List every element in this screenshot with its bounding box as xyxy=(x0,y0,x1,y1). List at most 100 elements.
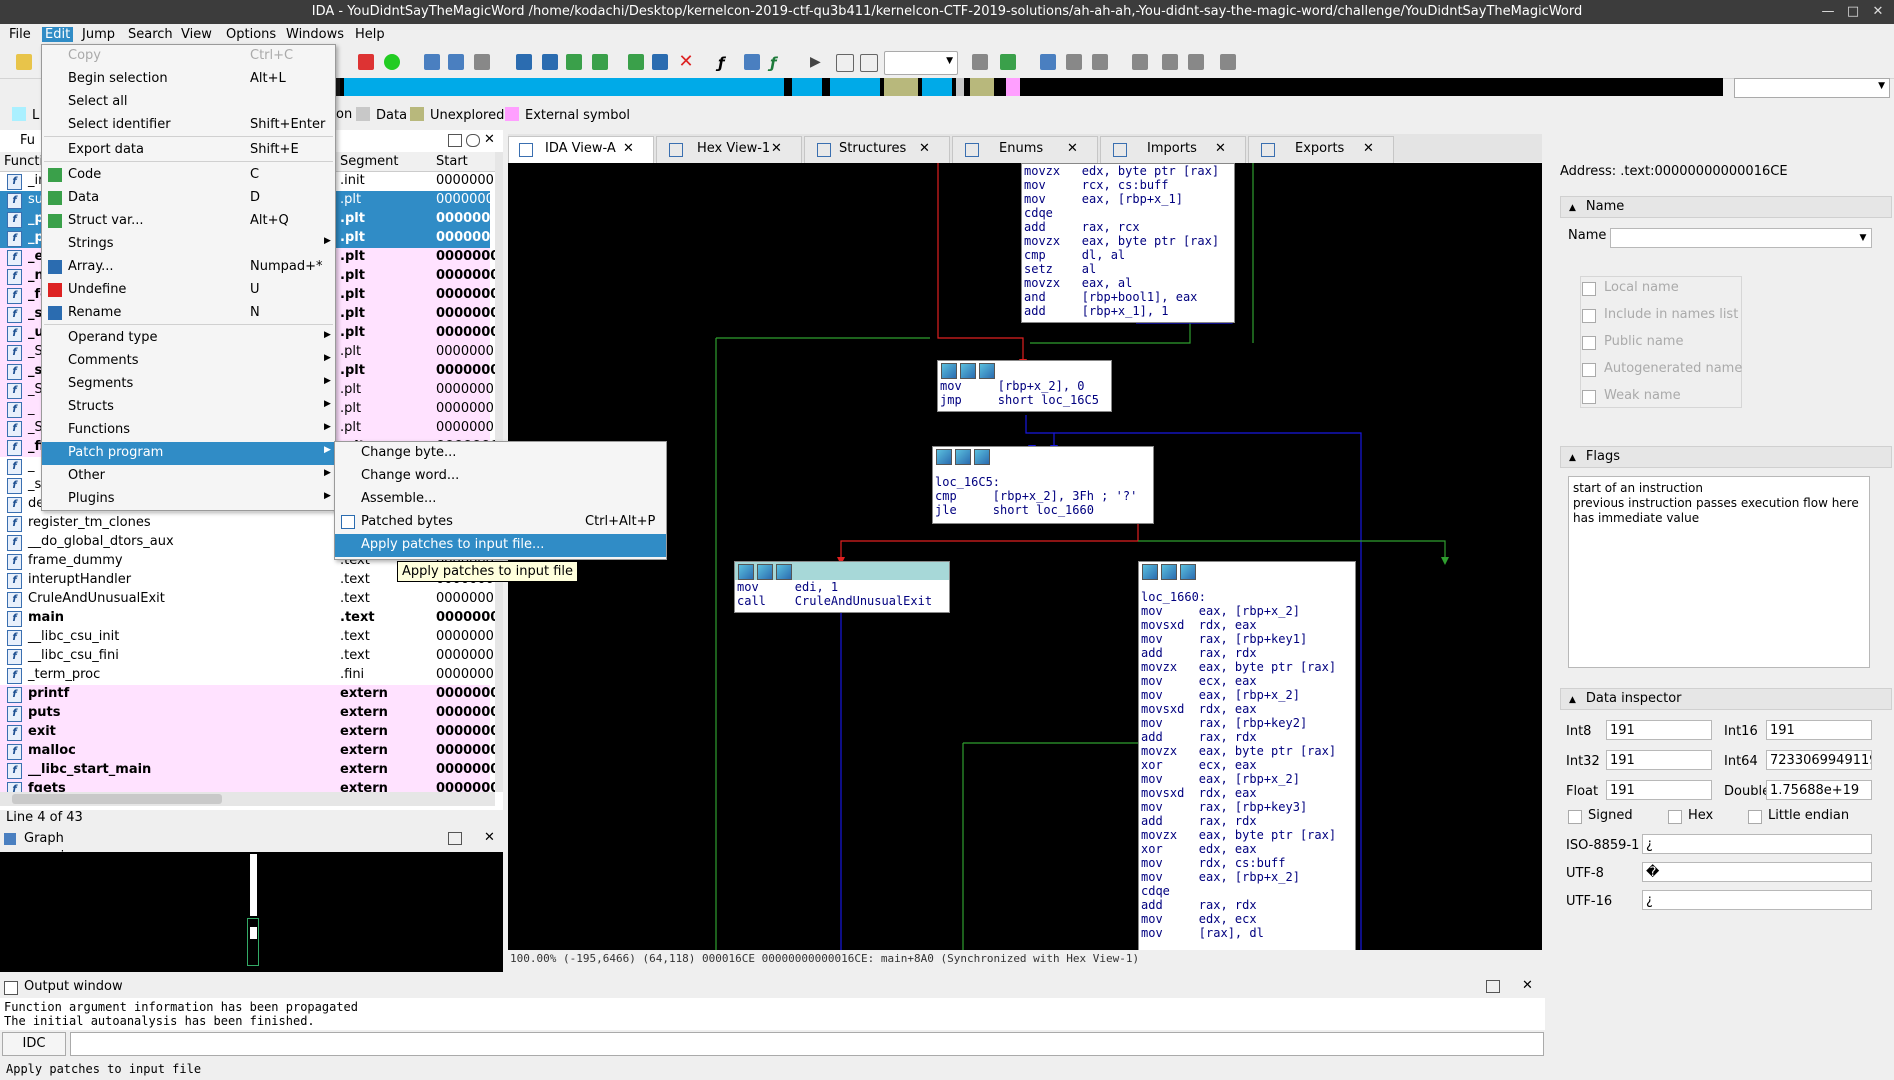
branch-icon[interactable] xyxy=(1066,54,1082,70)
overview-close-icon[interactable]: ✕ xyxy=(484,830,495,845)
tab-exports[interactable]: Exports ✕ xyxy=(1248,136,1394,163)
function-row[interactable]: f exit extern 0000000 xyxy=(0,723,495,742)
asm-line[interactable]: mov eax, [rbp+x_2] xyxy=(1141,870,1353,884)
utf8-field[interactable]: � xyxy=(1642,862,1872,882)
asm-line[interactable]: xor ecx, eax xyxy=(1141,758,1353,772)
edit-menu-item[interactable]: Begin selection Alt+L xyxy=(42,68,335,91)
align-icon[interactable] xyxy=(1132,54,1148,70)
patch-menu-item[interactable]: Change byte... xyxy=(335,442,666,465)
play-icon[interactable]: ▶ xyxy=(810,54,826,70)
name-input[interactable] xyxy=(1610,228,1872,248)
tab-enums[interactable]: Enums ✕ xyxy=(952,136,1098,163)
name-option-checkbox[interactable] xyxy=(1582,282,1596,296)
asm-line[interactable]: cdqe xyxy=(1141,884,1353,898)
debug-icon[interactable] xyxy=(474,54,490,70)
tab-hex-view-1[interactable]: Hex View-1 ✕ xyxy=(656,136,802,163)
asm-line[interactable]: mov rax, [rbp+key1] xyxy=(1141,632,1353,646)
int32-field[interactable]: 191 xyxy=(1606,750,1712,770)
menu-jump[interactable]: Jump xyxy=(79,27,118,42)
edit-menu-item[interactable]: Strings ▶ xyxy=(42,233,335,256)
asm-line[interactable]: mov rax, [rbp+key3] xyxy=(1141,800,1353,814)
tab-ida-view-a[interactable]: IDA View-A ✕ xyxy=(508,136,654,163)
edit-menu-item[interactable]: Patch program ▶ xyxy=(42,442,335,465)
edit-menu-item[interactable]: Array... Numpad+* xyxy=(42,256,335,279)
graph-node-loc-16c5[interactable]: loc_16C5: cmp [rbp+x_2], 3Fh ; '?' jle sho… xyxy=(932,446,1154,524)
function-row[interactable]: f fgets extern 0000000 xyxy=(0,780,495,792)
idc-button[interactable]: IDC xyxy=(2,1032,66,1056)
int8-field[interactable]: 191 xyxy=(1606,720,1712,740)
edit-menu-item[interactable]: Structs ▶ xyxy=(42,396,335,419)
asm-line[interactable]: movzx eax, byte ptr [rax] xyxy=(1141,744,1353,758)
hex-icon[interactable] xyxy=(424,54,440,70)
asm-line[interactable]: and [rbp+bool1], eax xyxy=(1024,290,1232,304)
edit-menu-item[interactable]: Undefine U xyxy=(42,279,335,302)
bars-icon[interactable] xyxy=(1040,54,1056,70)
asm-line[interactable]: mov [rbp+x_2], 0 xyxy=(940,379,1109,393)
iso-field[interactable]: ¿ xyxy=(1642,834,1872,854)
graph-icon[interactable] xyxy=(516,54,532,70)
maximize-button[interactable]: □ xyxy=(1843,2,1863,22)
menu-search[interactable]: Search xyxy=(125,27,176,42)
asm-line[interactable]: call CruleAndUnusualExit xyxy=(737,594,947,608)
asm-line[interactable]: loc_16C5: xyxy=(935,475,1151,489)
asm-line[interactable]: add rax, rdx xyxy=(1141,730,1353,744)
struct-icon[interactable] xyxy=(652,54,668,70)
asm-line[interactable]: cmp [rbp+x_2], 3Fh ; '?' xyxy=(935,489,1151,503)
graph-node-block2[interactable]: mov [rbp+x_2], 0 jmp short loc_16C5 xyxy=(937,360,1112,412)
double-field[interactable]: 1.75688e+19 xyxy=(1766,780,1872,800)
data-inspector-header[interactable]: ▲ Data inspector xyxy=(1560,688,1892,710)
tools-icon[interactable] xyxy=(1092,54,1108,70)
edit-menu-item[interactable]: Other ▶ xyxy=(42,465,335,488)
function-icon[interactable]: ƒ xyxy=(718,54,734,72)
asm-line[interactable]: mov rcx, cs:buff xyxy=(1024,178,1232,192)
run-circle-icon[interactable] xyxy=(384,54,400,70)
asm-line[interactable]: add [rbp+x_1], 1 xyxy=(1024,304,1232,318)
asm-line[interactable]: mov eax, [rbp+x_2] xyxy=(1141,604,1353,618)
asm-line[interactable]: cmp dl, al xyxy=(1024,248,1232,262)
function-row[interactable]: f main .text 0000000 xyxy=(0,609,495,628)
asm-line[interactable]: cdqe xyxy=(1024,206,1232,220)
asm-line[interactable]: mov eax, [rbp+x_1] xyxy=(1024,192,1232,206)
asm-line[interactable]: add rax, rdx xyxy=(1141,814,1353,828)
name-option-checkbox[interactable] xyxy=(1582,363,1596,377)
name-dropdown-icon[interactable]: ▼ xyxy=(1854,228,1872,248)
add-icon[interactable] xyxy=(566,54,582,70)
name-option-checkbox[interactable] xyxy=(1582,390,1596,404)
breakpoint-icon[interactable] xyxy=(358,54,374,70)
pane-float-icon[interactable] xyxy=(466,134,480,147)
tab-imports[interactable]: Imports ✕ xyxy=(1100,136,1246,163)
debugger-select[interactable]: ▼ xyxy=(884,51,958,75)
pane-restore-icon[interactable] xyxy=(448,134,462,147)
asm-line[interactable]: add rax, rdx xyxy=(1141,898,1353,912)
name-section-header[interactable]: ▲ Name xyxy=(1560,196,1892,218)
edit-menu-item[interactable]: Plugins ▶ xyxy=(42,488,335,511)
hex-checkbox[interactable] xyxy=(1668,810,1682,824)
asm-line[interactable]: setz al xyxy=(1024,262,1232,276)
list3-icon[interactable] xyxy=(1220,54,1236,70)
asm-line[interactable]: mov [rax], dl xyxy=(1141,926,1353,940)
nav-select[interactable]: ▼ xyxy=(1734,78,1890,98)
flags-section-header[interactable]: ▲ Flags xyxy=(1560,446,1892,468)
int64-field[interactable]: 7233069949119 xyxy=(1766,750,1872,770)
patch-menu-item[interactable]: Apply patches to input file... xyxy=(335,534,666,557)
patch-menu-item[interactable]: Assemble... xyxy=(335,488,666,511)
command-input[interactable] xyxy=(70,1032,1544,1056)
name-option-checkbox[interactable] xyxy=(1582,309,1596,323)
step-icon[interactable] xyxy=(972,54,988,70)
menu-options[interactable]: Options xyxy=(223,27,279,42)
asm-line[interactable]: add rax, rcx xyxy=(1024,220,1232,234)
edit-menu-item[interactable]: Segments ▶ xyxy=(42,373,335,396)
tab-structures[interactable]: Structures ✕ xyxy=(804,136,950,163)
graph-node-exit-call[interactable]: mov edi, 1 call CruleAndUnusualExit xyxy=(734,561,950,613)
asm-line[interactable]: mov ecx, eax xyxy=(1141,674,1353,688)
asm-line[interactable]: movsxd rdx, eax xyxy=(1141,702,1353,716)
edit-menu-item[interactable]: Select all xyxy=(42,91,335,114)
asm-line[interactable]: mov eax, [rbp+x_2] xyxy=(1141,688,1353,702)
little-endian-checkbox[interactable] xyxy=(1748,810,1762,824)
graph2-icon[interactable] xyxy=(542,54,558,70)
output-close-icon[interactable]: ✕ xyxy=(1522,978,1533,993)
close-button[interactable]: ✕ xyxy=(1868,2,1888,22)
asm-line[interactable]: jmp short loc_16C5 xyxy=(940,393,1109,407)
function-row[interactable]: f printf extern 0000000 xyxy=(0,685,495,704)
menu-edit[interactable]: Edit xyxy=(42,27,74,42)
